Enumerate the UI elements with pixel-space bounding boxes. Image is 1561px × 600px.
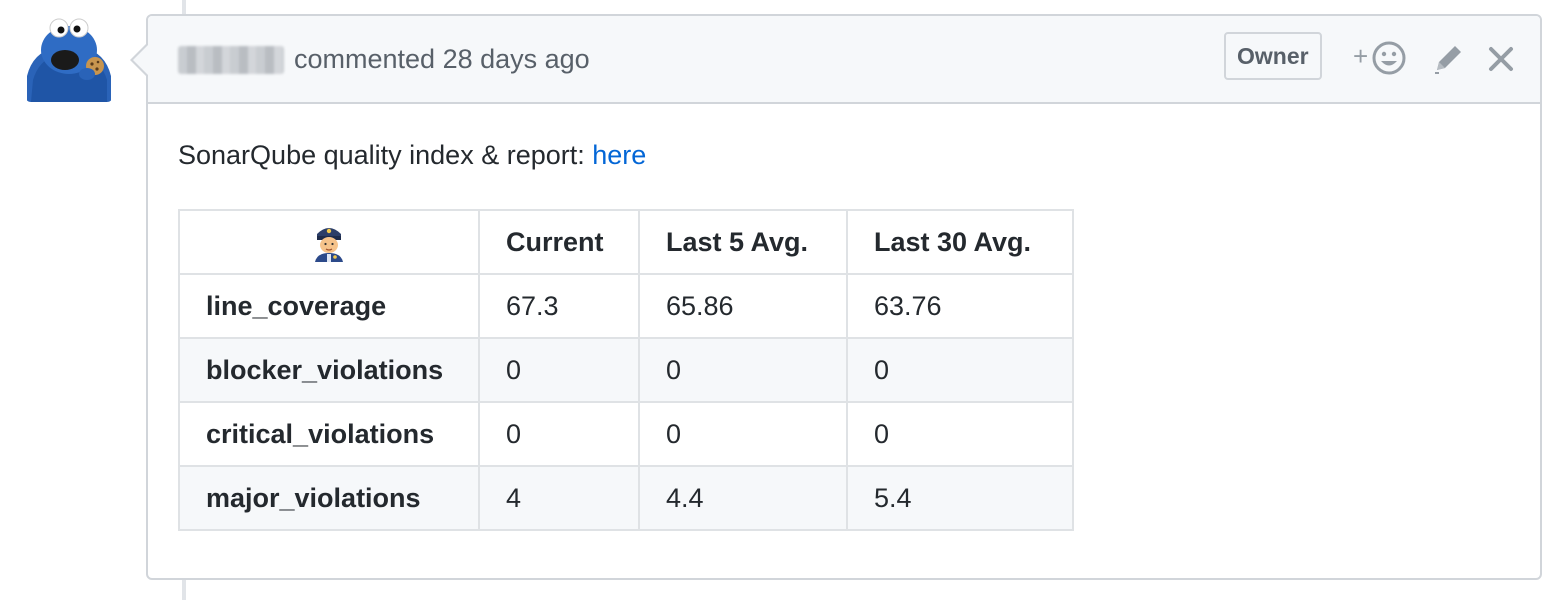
comment-box: commented 28 days ago Owner + SonarQube … — [130, 14, 1542, 580]
metric-current-value: 67.3 — [478, 273, 640, 339]
table-row: blocker_violations 0 0 0 — [178, 337, 1074, 403]
metric-last-30-avg-value: 0 — [846, 337, 1074, 403]
column-header-current: Current — [478, 209, 640, 275]
column-header-last-30-avg: Last 30 Avg. — [846, 209, 1074, 275]
owner-badge: Owner — [1224, 32, 1322, 80]
metric-last-30-avg-value: 63.76 — [846, 273, 1074, 339]
table-row: critical_violations 0 0 0 — [178, 401, 1074, 467]
metric-last-30-avg-value: 0 — [846, 401, 1074, 467]
pencil-icon — [1435, 46, 1461, 74]
quality-metrics-table: Current Last 5 Avg. Last 30 Avg. line_co… — [178, 209, 1074, 531]
table-header-row: Current Last 5 Avg. Last 30 Avg. — [178, 209, 1074, 275]
avatar[interactable] — [25, 14, 113, 102]
metric-current-value: 0 — [478, 401, 640, 467]
metric-name: major_violations — [178, 465, 480, 531]
table-row: major_violations 4 4.4 5.4 — [178, 465, 1074, 531]
issue-timeline: commented 28 days ago Owner + SonarQube … — [0, 0, 1561, 600]
police-officer-icon — [178, 209, 480, 275]
report-link[interactable]: here — [592, 140, 646, 170]
column-header-last-5-avg: Last 5 Avg. — [638, 209, 848, 275]
metric-name: line_coverage — [178, 273, 480, 339]
metric-last-5-avg-value: 4.4 — [638, 465, 848, 531]
edit-comment-button[interactable] — [1431, 42, 1465, 76]
metric-name: blocker_violations — [178, 337, 480, 403]
metric-current-value: 0 — [478, 337, 640, 403]
add-reaction-button[interactable]: + — [1353, 38, 1409, 78]
metric-last-5-avg-value: 65.86 — [638, 273, 848, 339]
metric-last-5-avg-value: 0 — [638, 401, 848, 467]
delete-comment-button[interactable] — [1486, 44, 1516, 74]
metric-current-value: 4 — [478, 465, 640, 531]
comment-caret-fill — [133, 45, 148, 75]
add-reaction-icon: + — [1353, 41, 1406, 75]
comment-body: SonarQube quality index & report: here — [178, 138, 646, 172]
author-name-redacted[interactable] — [178, 46, 284, 74]
cookie-monster-avatar-icon — [25, 14, 113, 102]
close-icon — [1489, 47, 1513, 71]
comment-header: commented 28 days ago Owner + — [148, 16, 1540, 104]
metric-last-30-avg-value: 5.4 — [846, 465, 1074, 531]
table-row: line_coverage 67.3 65.86 63.76 — [178, 273, 1074, 339]
svg-text:+: + — [1353, 41, 1368, 71]
comment-body-text: SonarQube quality index & report: — [178, 140, 593, 170]
comment-timestamp[interactable]: commented 28 days ago — [294, 42, 590, 76]
metric-last-5-avg-value: 0 — [638, 337, 848, 403]
metric-name: critical_violations — [178, 401, 480, 467]
